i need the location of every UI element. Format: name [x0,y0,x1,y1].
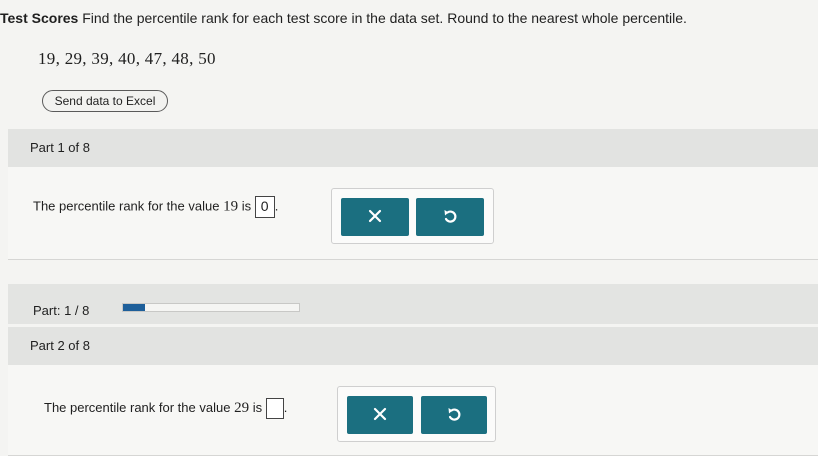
progress-label: Part: 1 / 8 [33,303,90,318]
part2-header: Part 2 of 8 [8,327,818,365]
part1-question: The percentile rank for the value 19 is … [33,196,278,218]
part1-undo-button[interactable] [416,198,484,236]
part2-answer-field[interactable] [265,398,284,419]
part1-answer-field[interactable]: 0 [254,196,275,218]
data-set: 19, 29, 39, 40, 47, 48, 50 [38,49,216,68]
part2-clear-button[interactable] [347,396,413,434]
part2-value: 29 [234,399,250,416]
x-icon [368,209,382,223]
problem-heading: Test Scores [0,10,79,26]
part1-is: is [241,198,252,214]
progress-bar-fill [123,304,145,311]
part1-header: Part 1 of 8 [8,129,818,167]
part2-is: is [252,399,263,415]
part2-period: . [283,399,288,415]
part1-prefix: The percentile rank for the value [33,198,220,214]
part2-question: The percentile rank for the value 29 is … [44,398,287,419]
x-icon [373,407,387,421]
undo-icon [448,408,461,421]
problem-instruction: Find the percentile rank for each test s… [82,10,687,26]
part1-value: 19 [223,198,239,215]
undo-icon [444,210,457,223]
send-to-excel-button[interactable]: Send data to Excel [42,90,168,112]
part2-prefix: The percentile rank for the value [44,399,231,415]
part1-clear-button[interactable] [341,198,409,236]
progress-bar [122,303,300,312]
part1-action-group [331,188,494,244]
part2-action-group [337,386,496,442]
part1-period: . [274,198,279,214]
part2-undo-button[interactable] [421,396,487,434]
problem-statement: Test Scores Find the percentile rank for… [0,10,818,26]
